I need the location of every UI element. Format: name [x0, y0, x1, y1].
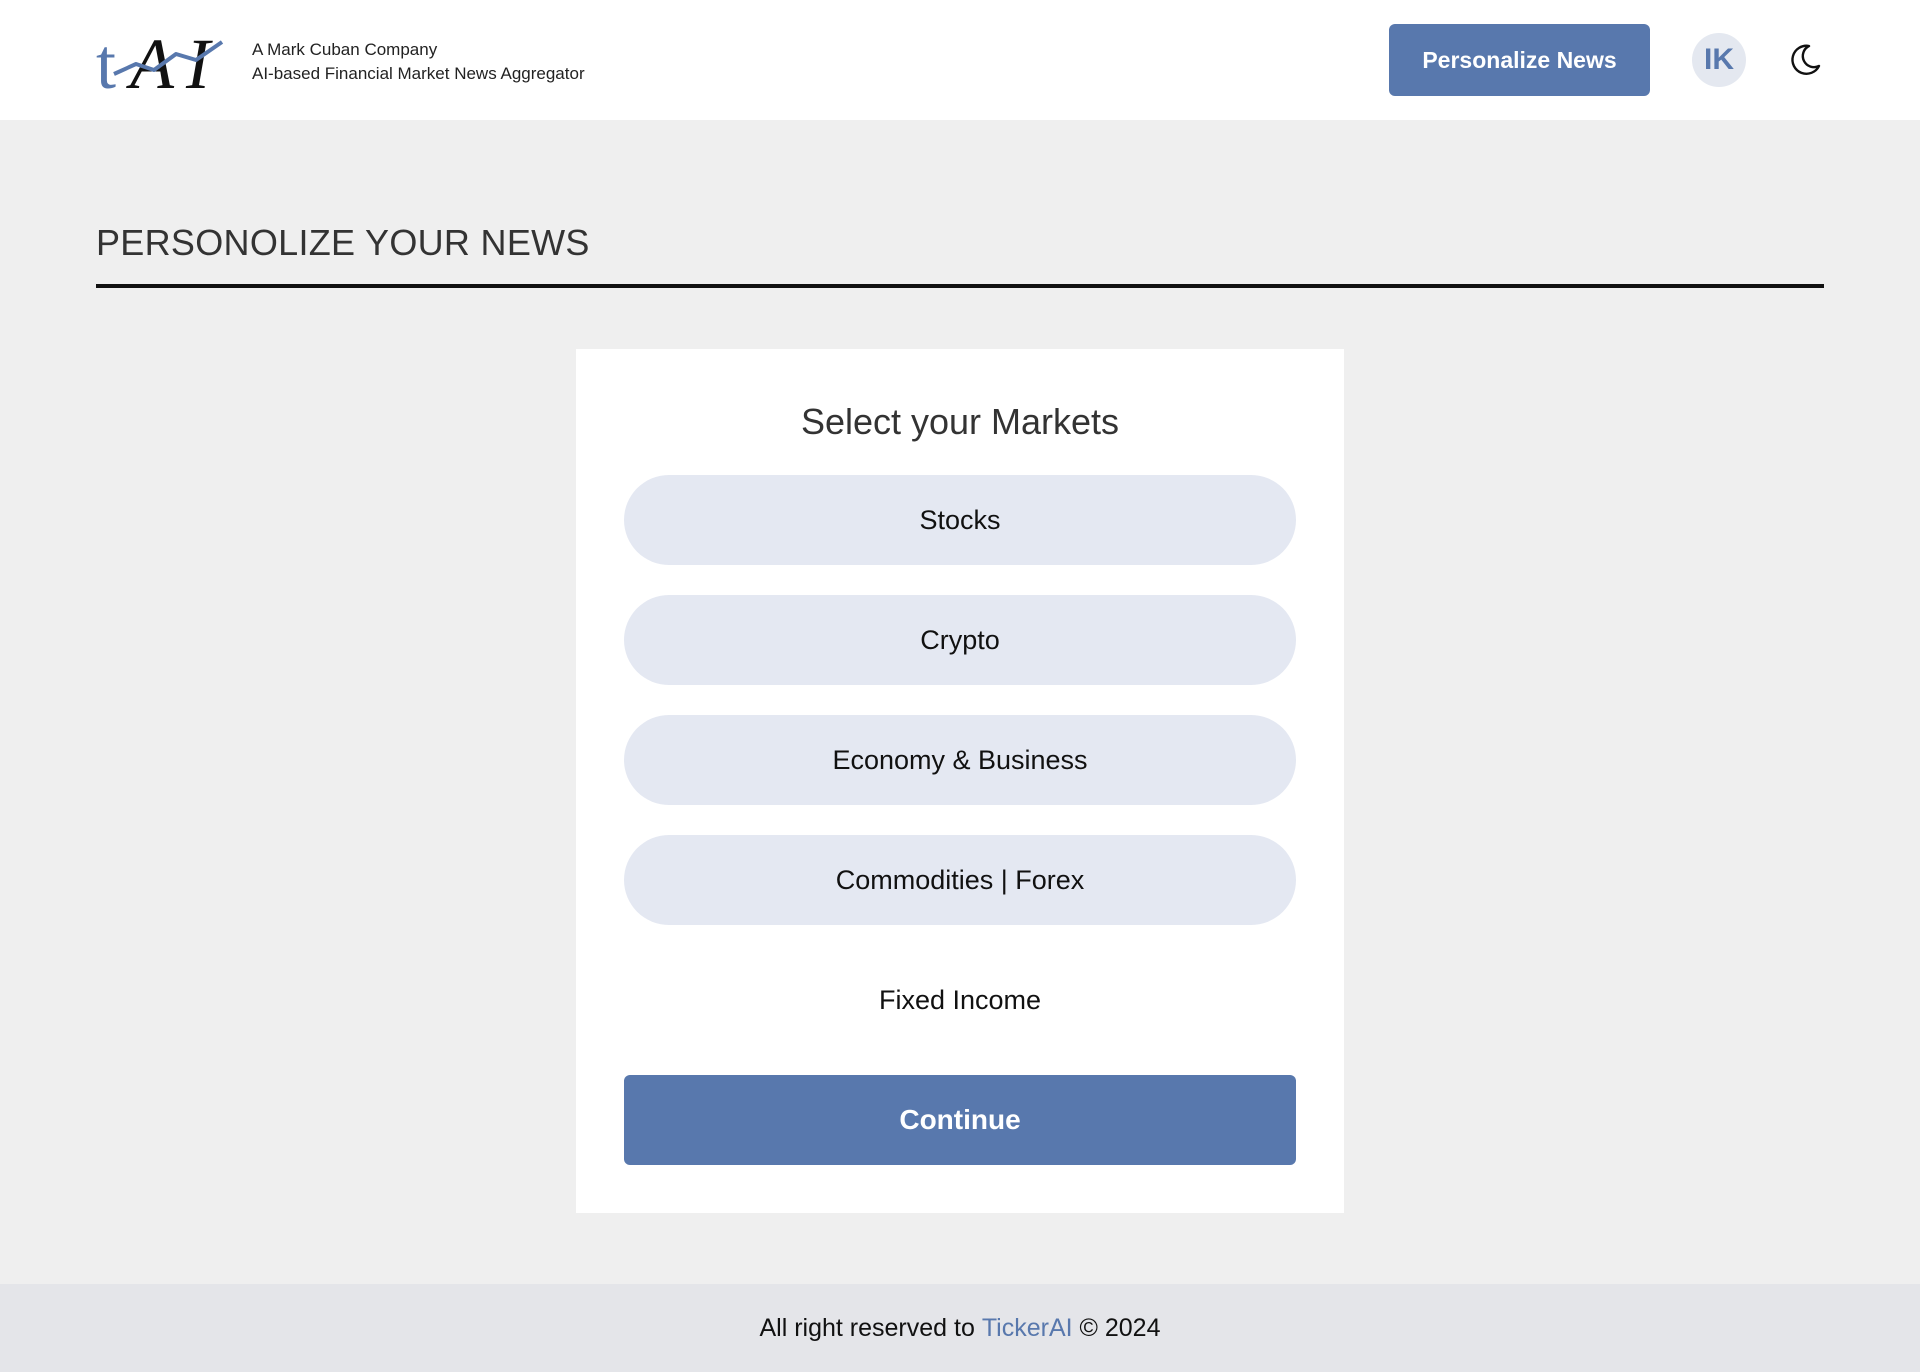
footer-brand-link[interactable]: TickerAI	[982, 1314, 1073, 1343]
footer-copyright: © 2024	[1072, 1313, 1161, 1342]
user-avatar[interactable]: IK	[1692, 33, 1746, 87]
company-tagline: A Mark Cuban Company AI-based Financial …	[252, 38, 585, 86]
dark-mode-toggle[interactable]	[1787, 42, 1823, 78]
market-option-fixed-income[interactable]: Fixed Income	[624, 955, 1296, 1045]
market-selection-card: Select your Markets Stocks Crypto Econom…	[576, 349, 1344, 1213]
market-option-commodities-forex[interactable]: Commodities | Forex	[624, 835, 1296, 925]
card-title: Select your Markets	[800, 401, 1120, 442]
moon-icon	[1791, 44, 1821, 75]
svg-text:t: t	[96, 24, 116, 96]
market-option-stocks[interactable]: Stocks	[624, 475, 1296, 565]
footer-prefix: All right reserved to	[759, 1313, 982, 1342]
page-footer: All right reserved to TickerAI © 2024	[0, 1284, 1920, 1372]
page-title: PERSONOLIZE YOUR NEWS	[96, 222, 590, 263]
logo-mark-icon: t A I	[96, 24, 224, 96]
tagline-description: AI-based Financial Market News Aggregato…	[252, 64, 585, 83]
title-divider	[96, 284, 1824, 288]
continue-button[interactable]: Continue	[624, 1075, 1296, 1165]
top-header: t A I A Mark Cuban Company AI-based Fina…	[0, 0, 1920, 120]
market-option-economy-business[interactable]: Economy & Business	[624, 715, 1296, 805]
personalize-news-button[interactable]: Personalize News	[1389, 24, 1650, 96]
tickerai-logo[interactable]: t A I	[96, 24, 236, 96]
tagline-company: A Mark Cuban Company	[252, 40, 438, 59]
market-option-crypto[interactable]: Crypto	[624, 595, 1296, 685]
